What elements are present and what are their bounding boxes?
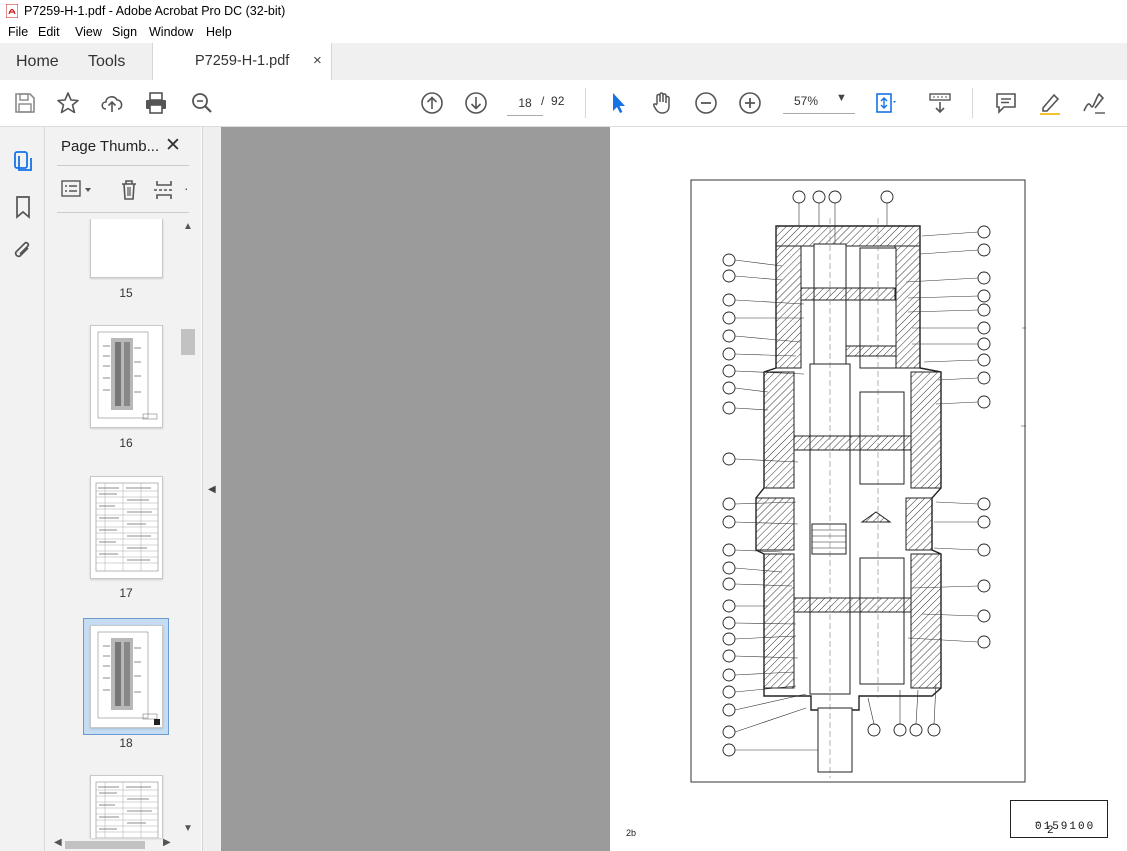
left-rail [0, 127, 45, 851]
toolbar-divider [972, 88, 973, 118]
tab-bar: Home Tools P7259-H-1.pdf × [0, 43, 1127, 81]
thumbnail-page-16[interactable] [90, 325, 163, 428]
print-icon[interactable] [143, 90, 169, 116]
document-tab-label: P7259-H-1.pdf [195, 53, 290, 69]
page-count: 92 [551, 94, 565, 108]
thumbnail-label: 16 [119, 436, 133, 450]
toolbar-divider [585, 88, 586, 118]
scroll-mode-icon[interactable] [927, 90, 953, 116]
comment-icon[interactable] [993, 90, 1019, 116]
menu-view[interactable]: View [75, 25, 102, 39]
attachment-icon[interactable] [12, 240, 34, 264]
zoom-value: 57% [794, 94, 819, 108]
thumbnail-label: 17 [119, 586, 133, 600]
select-pointer-icon[interactable] [606, 90, 632, 116]
scroll-up-icon[interactable]: ▲ [183, 221, 193, 232]
delete-icon[interactable] [119, 179, 139, 201]
drawing-number-box: 0159100 _ 2 [1010, 800, 1108, 838]
scroll-right-icon[interactable]: ▶ [163, 837, 171, 848]
thumbnail-label: 18 [119, 736, 133, 750]
thumbnails-horizontal-scrollbar[interactable]: ◀ ▶ [53, 837, 179, 851]
title-bar: P7259-H-1.pdf - Adobe Acrobat Pro DC (32… [0, 0, 1127, 22]
page-layout-icon[interactable] [153, 179, 175, 201]
bookmark-icon[interactable] [14, 195, 32, 219]
page-down-icon[interactable] [463, 90, 489, 116]
close-tab-button[interactable]: × [313, 52, 322, 69]
tab-document[interactable]: P7259-H-1.pdf × [152, 43, 332, 80]
page-thumbnails-icon[interactable] [12, 149, 34, 173]
zoom-select[interactable]: 57% ▼ [783, 91, 855, 114]
panel-splitter[interactable]: ◀ [202, 127, 223, 851]
menu-help[interactable]: Help [206, 25, 232, 39]
acrobat-app-icon [6, 4, 18, 18]
zoom-in-icon[interactable] [737, 90, 763, 116]
drawing-number: 0159100 _ 2 [1035, 815, 1096, 837]
scroll-left-icon[interactable]: ◀ [54, 837, 62, 848]
collapse-panel-icon[interactable]: ◀ [208, 484, 216, 495]
page-separator: / [541, 94, 545, 108]
page-up-icon[interactable] [419, 90, 445, 116]
thumbnail-page-15[interactable] [90, 219, 163, 278]
page-corner-mark: 2b [626, 828, 637, 838]
zoom-out-icon[interactable] [693, 90, 719, 116]
star-icon[interactable] [55, 90, 81, 116]
menu-edit[interactable]: Edit [38, 25, 60, 39]
thumbnail-label: 15 [119, 286, 133, 300]
thumbnail-page-17[interactable] [90, 476, 163, 579]
page-number-input[interactable] [507, 91, 543, 116]
thumbnail-page-next[interactable] [90, 775, 163, 839]
tab-home[interactable]: Home [16, 53, 59, 71]
thumbnails-vertical-scrollbar[interactable]: ▲ ▼ [179, 219, 197, 839]
drawing-number-suffix: 2 [1047, 825, 1056, 837]
menu-bar: File Edit View Sign Window Help [0, 22, 1127, 43]
menu-window[interactable]: Window [149, 25, 193, 39]
sign-icon[interactable] [1081, 90, 1107, 116]
save-icon[interactable] [12, 90, 38, 116]
document-page[interactable]: 0159100 _ 2 2b [610, 127, 1127, 851]
tab-tools[interactable]: Tools [88, 53, 125, 71]
chevron-down-icon: ▼ [836, 92, 847, 104]
drawing-number-main: 0159100 [1035, 821, 1096, 833]
page-total: / 92 [541, 94, 564, 108]
thumbnails-panel: Page Thumb... ✕ · 15 16 17 18 ▲ ▼ ◀ ▶ [45, 127, 201, 851]
toolbar: / 92 57% ▼ [0, 80, 1127, 127]
scrollbar-thumb[interactable] [65, 841, 145, 849]
window-title: P7259-H-1.pdf - Adobe Acrobat Pro DC (32… [24, 4, 286, 18]
hand-icon[interactable] [649, 90, 675, 116]
thumbnail-options-icon[interactable] [61, 180, 95, 198]
more-tools-icon[interactable]: · [184, 180, 189, 196]
panel-title: Page Thumb... [61, 138, 160, 155]
scroll-down-icon[interactable]: ▼ [183, 823, 193, 834]
menu-sign[interactable]: Sign [112, 25, 137, 39]
highlight-icon[interactable] [1037, 90, 1063, 116]
upload-icon[interactable] [99, 90, 125, 116]
menu-file[interactable]: File [8, 25, 28, 39]
panel-toolbar: · [57, 165, 189, 213]
thumbnail-page-18[interactable] [90, 625, 163, 728]
close-panel-button[interactable]: ✕ [165, 134, 181, 157]
fit-page-icon[interactable] [872, 90, 898, 116]
scrollbar-thumb[interactable] [181, 329, 195, 355]
zoom-search-icon[interactable] [189, 90, 215, 116]
technical-drawing-cross-section [690, 179, 1026, 783]
